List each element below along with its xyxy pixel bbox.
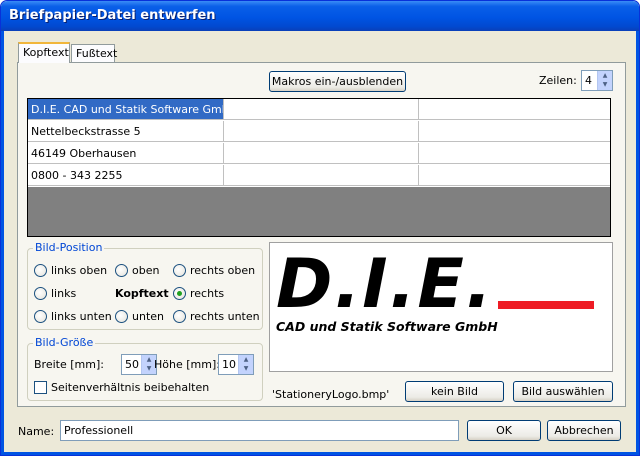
keep-aspect-label: Seitenverhältnis beibehalten [51,381,210,394]
chevron-up-icon[interactable]: ▲ [598,71,612,80]
radio-links[interactable] [34,287,47,300]
grid-cell[interactable] [419,99,610,120]
image-filename: 'StationeryLogo.bmp' [272,388,390,401]
name-label: Name: [18,425,55,438]
grid-cell[interactable]: 46149 Oberhausen [28,143,224,164]
radio-rechts[interactable] [173,287,186,300]
radio-rechts-oben[interactable] [173,264,186,277]
grid-cell[interactable] [224,143,419,164]
macros-toggle-button[interactable]: Makros ein-/ausblenden [269,71,406,92]
rows-stepper[interactable]: 4 ▲ ▼ [581,70,613,91]
label-rechts-oben: rechts oben [190,264,256,277]
tab-fusstext[interactable]: Fußtext [71,44,118,63]
grid-cell[interactable]: 0800 - 343 2255 [28,165,224,186]
rows-stepper-arrows[interactable]: ▲ ▼ [597,71,612,90]
title-bar[interactable]: Briefpapier-Datei entwerfen [1,1,639,31]
chevron-up-icon[interactable]: ▲ [239,355,253,364]
radio-rechts-unten[interactable] [173,310,186,323]
no-image-button[interactable]: kein Bild [405,381,504,402]
label-rechts: rechts [190,287,225,300]
label-unten: unten [132,310,164,323]
label-links-oben: links oben [51,264,108,277]
grid-cell[interactable] [224,99,419,120]
image-preview: D.I.E. CAD und Statik Software GmbH [269,242,613,372]
rows-value: 4 [585,74,592,87]
window-frame-bottom [1,452,639,455]
grid-row: D.I.E. CAD und Statik Software GmbH [28,99,610,121]
header-text-grid[interactable]: D.I.E. CAD und Statik Software GmbH Nett… [27,98,611,237]
chevron-down-icon[interactable]: ▼ [239,364,253,373]
width-value: 50 [125,358,139,371]
keep-aspect-checkbox[interactable] [34,381,47,394]
label-links: links [51,287,77,300]
label-links-unten: links unten [51,310,112,323]
company-logo-image: D.I.E. CAD und Statik Software GmbH [276,245,594,334]
height-stepper[interactable]: 10 ▲ ▼ [218,354,254,375]
window-frame-left [1,31,4,455]
image-size-title: Bild-Größe [33,336,96,349]
radio-links-unten[interactable] [34,310,47,323]
ok-button[interactable]: OK [467,420,541,441]
logo-subtitle: CAD und Statik Software GmbH [276,319,498,334]
radio-unten[interactable] [115,310,128,323]
height-label: Höhe [mm]: [154,358,220,371]
dialog-window: Briefpapier-Datei entwerfen Kopftext Fuß… [0,0,640,456]
choose-image-button[interactable]: Bild auswählen [513,381,613,402]
grid-cell[interactable] [419,121,610,142]
grid-cell[interactable] [419,165,610,186]
logo-red-bar [498,301,594,309]
grid-cell[interactable]: Nettelbeckstrasse 5 [28,121,224,142]
tab-kopftext-label: Kopftext [23,46,69,59]
tab-fusstext-label: Fußtext [76,47,118,60]
cancel-button[interactable]: Abbrechen [547,420,621,441]
name-field[interactable]: Professionell [60,420,459,441]
logo-text: D.I.E. [276,245,494,324]
width-label: Breite [mm]: [34,358,104,371]
tab-kopftext[interactable]: Kopftext [18,42,70,63]
grid-cell[interactable] [419,143,610,164]
grid-cell[interactable]: D.I.E. CAD und Statik Software GmbH [28,99,224,120]
grid-row: 46149 Oberhausen [28,143,610,165]
radio-oben[interactable] [115,264,128,277]
window-frame-right [636,31,639,455]
label-oben: oben [132,264,160,277]
radio-links-oben[interactable] [34,264,47,277]
chevron-down-icon[interactable]: ▼ [598,80,612,89]
rows-label: Zeilen: [539,74,577,87]
grid-cell[interactable] [224,121,419,142]
window-title: Briefpapier-Datei entwerfen [9,8,216,23]
image-position-title: Bild-Position [33,241,105,254]
height-value: 10 [222,358,236,371]
height-stepper-arrows[interactable]: ▲ ▼ [238,355,253,374]
width-stepper[interactable]: 50 ▲ ▼ [121,354,157,375]
grid-row: 0800 - 343 2255 [28,165,610,187]
grid-cell[interactable] [224,165,419,186]
label-center-kopftext: Kopftext [115,287,169,300]
label-rechts-unten: rechts unten [190,310,260,323]
grid-row: Nettelbeckstrasse 5 [28,121,610,143]
